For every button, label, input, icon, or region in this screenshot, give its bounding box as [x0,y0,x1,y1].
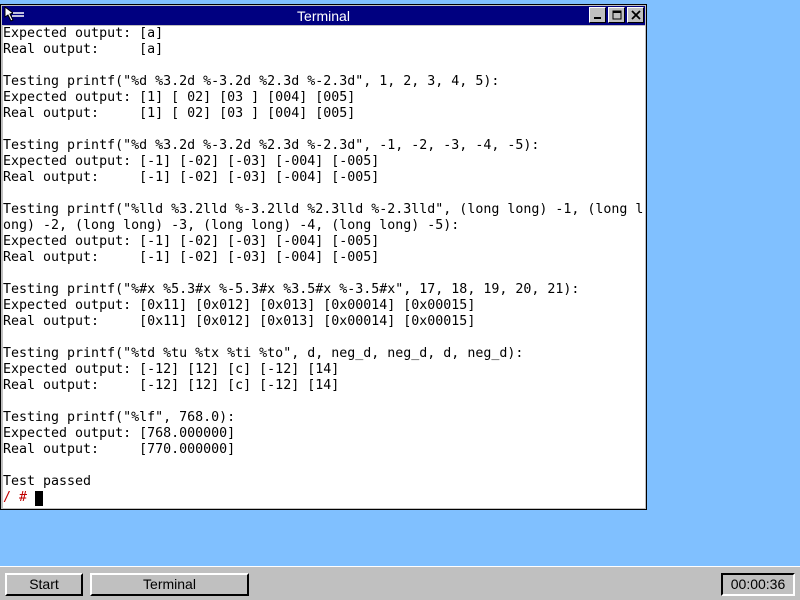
terminal-line: Real output: [-12] [12] [c] [-12] [14] [3,378,340,393]
terminal-output[interactable]: Expected output: [a] Real output: [a] Te… [3,26,645,508]
minimize-button[interactable] [589,7,606,23]
terminal-line: Testing printf("%lf", 768.0): [3,410,236,425]
terminal-line: Testing printf("%lld %3.2lld %-3.2lld %2… [3,202,644,217]
taskbar-item-terminal[interactable]: Terminal [90,573,249,596]
terminal-line: Expected output: [-1] [-02] [-03] [-004]… [3,234,380,249]
terminal-line: Testing printf("%d %3.2d %-3.2d %2.3d %-… [3,74,500,89]
terminal-window: Terminal Expected output: [a] Real outpu… [0,4,647,510]
shell-prompt-line[interactable]: / # [3,490,645,506]
terminal-line: Expected output: [768.000000] [3,426,236,441]
terminal-line: Real output: [-1] [-02] [-03] [-004] [-0… [3,170,380,185]
terminal-line: Testing printf("%td %tu %tx %ti %to", d,… [3,346,524,361]
terminal-line: ong) -2, (long long) -3, (long long) -4,… [3,218,460,233]
terminal-line: Testing printf("%d %3.2d %-3.2d %2.3d %-… [3,138,540,153]
maximize-icon [612,10,621,20]
terminal-line: Expected output: [0x11] [0x012] [0x013] … [3,298,476,313]
close-button[interactable] [627,7,644,23]
taskbar: Start Terminal 00:00:36 [0,566,800,600]
terminal-line: Expected output: [-1] [-02] [-03] [-004]… [3,154,380,169]
taskbar-clock: 00:00:36 [721,573,795,596]
close-icon [630,10,641,20]
terminal-line: Testing printf("%#x %5.3#x %-5.3#x %3.5#… [3,282,580,297]
terminal-line: Expected output: [a] [3,26,164,41]
start-button[interactable]: Start [5,573,83,596]
terminal-line: Test passed [3,474,92,489]
title-bar[interactable]: Terminal [2,6,645,25]
terminal-line: Expected output: [-12] [12] [c] [-12] [1… [3,362,340,377]
terminal-line: Real output: [-1] [-02] [-03] [-004] [-0… [3,250,380,265]
minimize-icon [593,17,601,19]
maximize-button[interactable] [608,7,625,23]
terminal-line: Expected output: [1] [ 02] [03 ] [004] [… [3,90,356,105]
terminal-line: Real output: [1] [ 02] [03 ] [004] [005] [3,106,356,121]
terminal-line: Real output: [a] [3,42,164,57]
shell-prompt: / # [3,490,36,505]
terminal-line: Real output: [0x11] [0x012] [0x013] [0x0… [3,314,476,329]
terminal-line: Real output: [770.000000] [3,442,236,457]
window-title: Terminal [297,8,350,24]
text-cursor [35,490,44,506]
